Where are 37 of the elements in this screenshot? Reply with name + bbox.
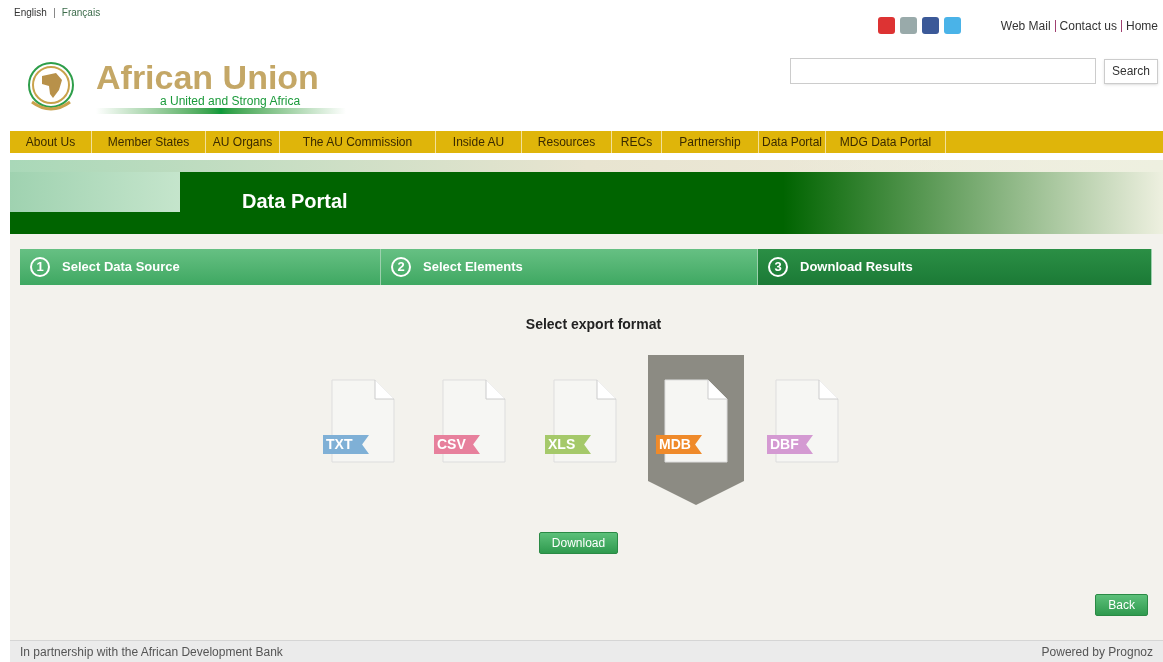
step-tab[interactable]: 3 Download Results [758, 249, 1152, 285]
format-label: DBF [767, 435, 813, 454]
step-number: 2 [391, 257, 411, 277]
nav-item[interactable]: MDG Data Portal [826, 131, 946, 153]
step-number: 1 [30, 257, 50, 277]
nav-item[interactable]: Resources [522, 131, 612, 153]
header-link[interactable]: Web Mail [1000, 19, 1051, 32]
step-label: Select Elements [423, 258, 523, 277]
header-link[interactable]: Contact us [1054, 19, 1117, 32]
export-heading: Select export format [525, 315, 662, 334]
logo-title: African Union [96, 60, 320, 94]
nav-item[interactable]: Data Portal [759, 131, 826, 153]
nav-item[interactable]: About Us [10, 131, 92, 153]
nav-item[interactable]: Inside AU [436, 131, 522, 153]
social-media-icon[interactable] [877, 17, 895, 34]
footer-text: Powered by Prognoz [1041, 643, 1153, 661]
format-label: XLS [545, 435, 591, 454]
logo-tagline: a United and Strong Africa [159, 94, 302, 108]
nav-item[interactable]: AU Organs [206, 131, 280, 153]
language-link[interactable]: English [14, 7, 48, 18]
step-label: Download Results [800, 258, 913, 277]
step-number: 3 [768, 257, 788, 277]
format-label: MDB [656, 435, 702, 454]
nav-item[interactable]: Member States [92, 131, 206, 153]
format-label: CSV [434, 435, 480, 454]
step-label: Select Data Source [62, 258, 180, 277]
banner-title: Data Portal [242, 189, 348, 214]
header-link[interactable]: Home [1121, 19, 1158, 32]
language-link[interactable]: Français [53, 7, 101, 18]
nav-item[interactable]: Partnership [662, 131, 759, 153]
format-label: TXT [323, 435, 369, 454]
footer-text: In partnership with the African Development Bank [20, 643, 283, 661]
search-button[interactable]: Search [1103, 58, 1158, 84]
nav-item[interactable]: The AU Commission [280, 131, 436, 153]
nav-item[interactable]: RECs [612, 131, 662, 153]
search-field[interactable] [789, 58, 1096, 84]
social-media-icon[interactable] [921, 17, 939, 34]
